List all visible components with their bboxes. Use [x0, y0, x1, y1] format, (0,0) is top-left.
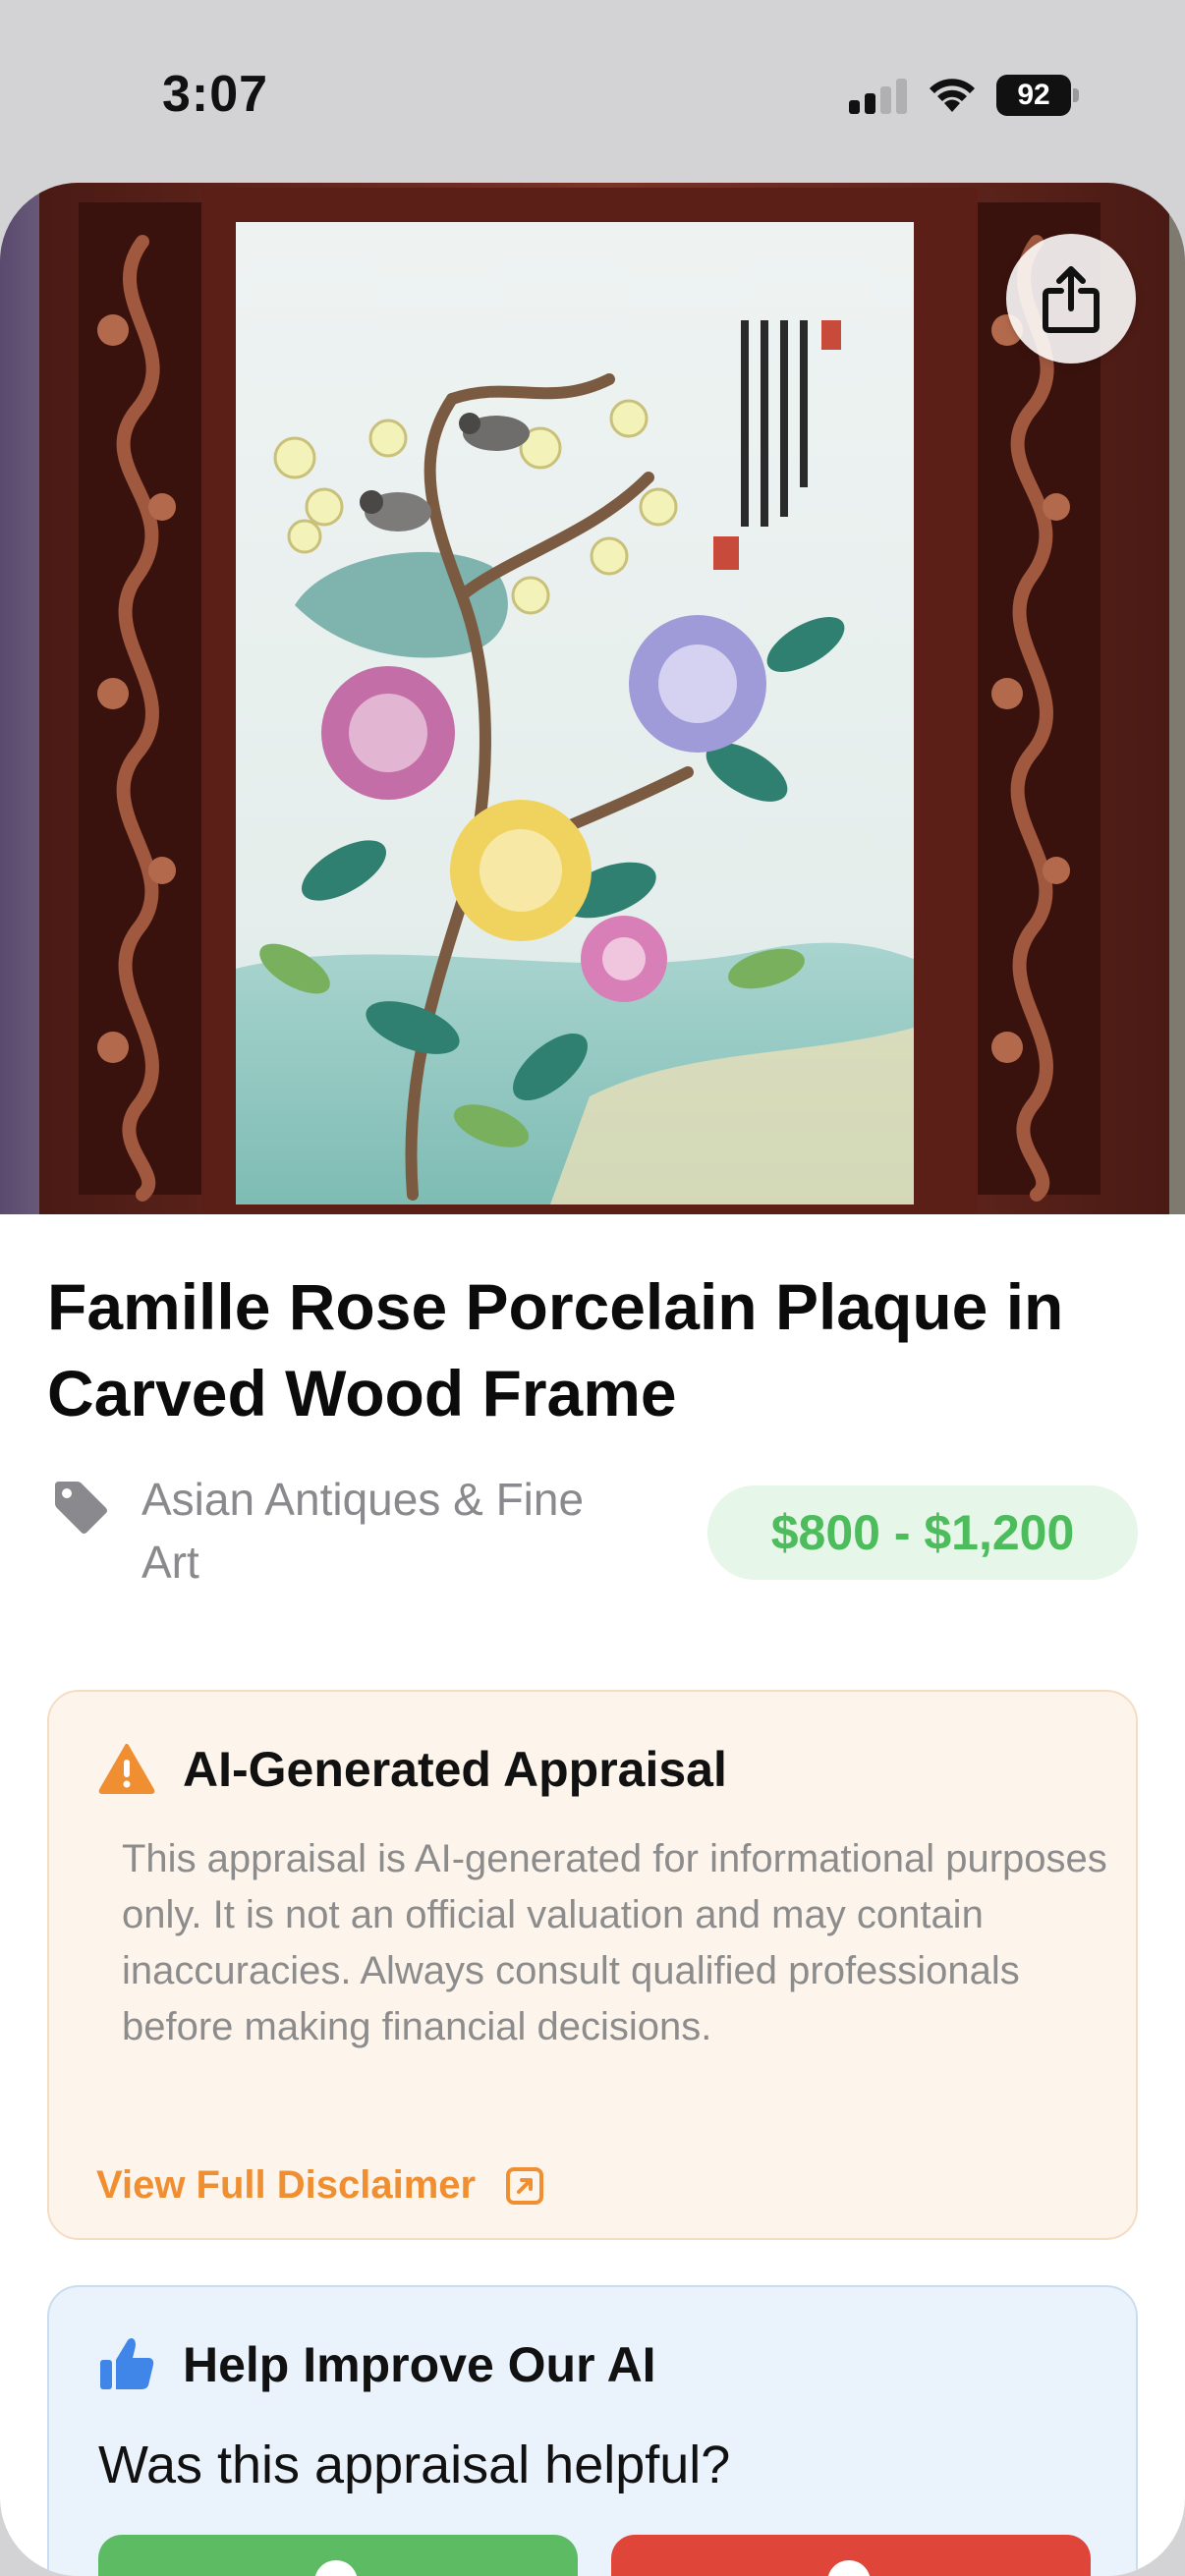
feedback-question: Was this appraisal helpful?: [98, 2436, 731, 2494]
cellular-signal-icon: [849, 79, 908, 114]
status-bar: 3:07 92: [0, 0, 1185, 187]
status-time: 3:07: [162, 66, 269, 123]
disclaimer-text: This appraisal is AI-generated for infor…: [122, 1837, 1107, 2048]
thumbs-down-icon: [827, 2560, 871, 2576]
view-full-disclaimer-link[interactable]: View Full Disclaimer: [96, 2163, 544, 2208]
battery-level: 92: [996, 75, 1071, 116]
share-button[interactable]: [1006, 234, 1136, 364]
helpful-no-button[interactable]: [611, 2535, 1091, 2576]
disclaimer-link-label: View Full Disclaimer: [96, 2163, 477, 2207]
battery-icon: 92: [996, 75, 1079, 116]
thumbs-up-icon: [314, 2560, 358, 2576]
tag-icon: [55, 1482, 107, 1534]
thumbs-up-icon: [100, 2338, 154, 2389]
disclaimer-heading: AI-Generated Appraisal: [183, 1742, 727, 1797]
item-photo: [0, 183, 1185, 1214]
category-label: Asian Antiques & Fine Art: [141, 1474, 585, 1588]
share-icon: [1043, 266, 1100, 333]
appraisal-sheet: Famille Rose Porcelain Plaque in Carved …: [0, 183, 1185, 2576]
external-link-icon: [506, 2166, 544, 2205]
ai-disclaimer-card: AI-Generated Appraisal This appraisal is…: [47, 1690, 1138, 2240]
feedback-card: Help Improve Our AI Was this appraisal h…: [47, 2285, 1138, 2576]
helpful-yes-button[interactable]: [98, 2535, 578, 2576]
item-title: Famille Rose Porcelain Plaque in Carved …: [47, 1270, 1064, 1429]
feedback-heading: Help Improve Our AI: [183, 2337, 656, 2392]
warning-icon: [98, 1744, 155, 1794]
wifi-icon: [930, 79, 975, 112]
price-range-badge: $800 - $1,200: [707, 1485, 1138, 1580]
item-category: Asian Antiques & Fine Art: [47, 1468, 597, 1596]
